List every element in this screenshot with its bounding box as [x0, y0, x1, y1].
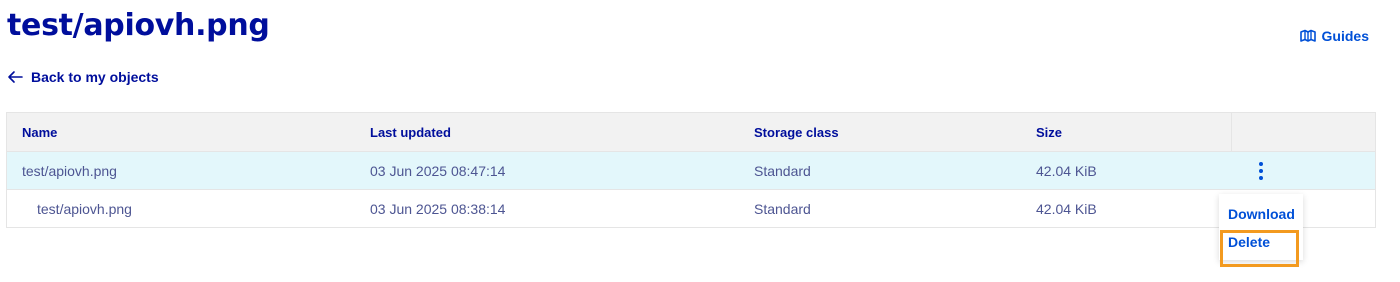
- guides-link[interactable]: Guides: [1299, 28, 1369, 44]
- kebab-menu-icon[interactable]: [1251, 160, 1271, 182]
- cell-actions: [1231, 152, 1375, 189]
- column-header-name[interactable]: Name: [7, 125, 355, 140]
- column-header-storage-class[interactable]: Storage class: [739, 125, 1021, 140]
- cell-size: 42.04 KiB: [1036, 162, 1097, 179]
- cell-name: test/apiovh.png: [22, 162, 117, 179]
- back-to-objects-link[interactable]: Back to my objects: [7, 69, 159, 85]
- column-header-last-updated[interactable]: Last updated: [355, 125, 739, 140]
- page-title: test/apiovh.png: [7, 8, 270, 43]
- column-header-actions: [1231, 113, 1375, 151]
- cell-size: 42.04 KiB: [1036, 200, 1097, 217]
- column-header-size[interactable]: Size: [1021, 125, 1231, 140]
- delete-menu-item[interactable]: Delete: [1219, 228, 1303, 256]
- arrow-left-icon: [7, 70, 23, 84]
- object-versions-table: Name Last updated Storage class Size tes…: [6, 112, 1376, 228]
- cell-storage-class: Standard: [754, 162, 811, 179]
- guides-icon: [1299, 29, 1316, 43]
- cell-last-updated: 03 Jun 2025 08:47:14: [370, 162, 506, 179]
- back-label: Back to my objects: [31, 69, 159, 85]
- table-row[interactable]: test/apiovh.png 03 Jun 2025 08:38:14 Sta…: [7, 189, 1375, 227]
- table-row[interactable]: test/apiovh.png 03 Jun 2025 08:47:14 Sta…: [7, 151, 1375, 189]
- guides-label: Guides: [1321, 28, 1369, 44]
- cell-name: test/apiovh.png: [37, 200, 132, 217]
- action-menu: Download Delete: [1219, 194, 1303, 260]
- table-header: Name Last updated Storage class Size: [7, 113, 1375, 151]
- cell-storage-class: Standard: [754, 200, 811, 217]
- cell-last-updated: 03 Jun 2025 08:38:14: [370, 200, 506, 217]
- download-menu-item[interactable]: Download: [1219, 200, 1303, 228]
